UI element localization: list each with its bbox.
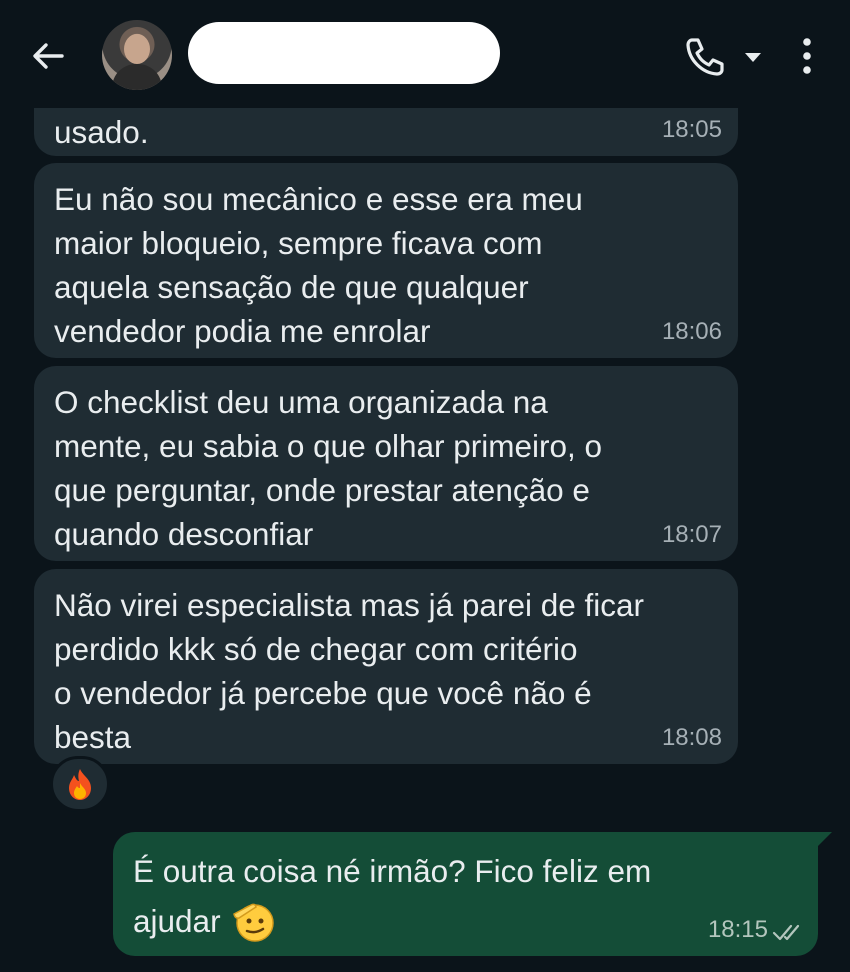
saluting-face-icon [232,903,274,942]
back-button[interactable] [28,36,68,76]
message-text: Eu não sou mecânico e esse era meu maior… [54,181,583,349]
message-outgoing[interactable]: É outra coisa né irmão? Fico feliz em aj… [113,832,832,956]
avatar[interactable] [102,20,172,90]
message-time: 18:07 [661,521,722,548]
more-vert-icon[interactable] [796,34,818,78]
reaction-badge[interactable] [50,756,110,812]
message-time: 18:08 [661,724,722,751]
message-line: ajudar [133,903,221,939]
message-time: 18:05 [661,116,722,143]
phone-icon[interactable] [682,34,728,80]
message-text: usado. [54,114,149,150]
message-time: 18:15 [707,916,768,943]
contact-name[interactable] [188,22,500,84]
double-check-icon [772,924,800,941]
message-incoming[interactable]: Não virei especialista mas já parei de f… [34,569,738,764]
chat-header [0,0,850,108]
message-text: É outra coisa né irmão? Fico feliz em aj… [133,846,798,946]
caret-down-icon[interactable] [742,46,764,68]
message-line: É outra coisa né irmão? Fico feliz em [133,853,652,889]
message-incoming[interactable]: Eu não sou mecânico e esse era meu maior… [34,163,738,358]
message-incoming[interactable]: O checklist deu uma organizada na mente,… [34,366,738,561]
fire-icon [69,769,91,800]
message-text: O checklist deu uma organizada na mente,… [54,384,603,552]
message-text: Não virei especialista mas já parei de f… [54,587,645,755]
message-time: 18:06 [661,318,722,345]
